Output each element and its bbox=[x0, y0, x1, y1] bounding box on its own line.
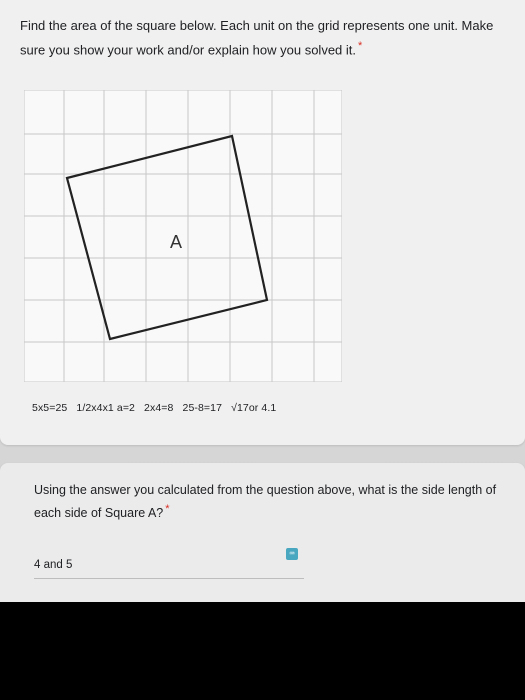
question-card-2: Using the answer you calculated from the… bbox=[0, 463, 525, 613]
answer-input[interactable] bbox=[34, 557, 304, 579]
question-2-text: Using the answer you calculated from the… bbox=[34, 483, 497, 521]
question-2-title: Using the answer you calculated from the… bbox=[34, 481, 514, 523]
bottom-dark-area bbox=[0, 602, 525, 700]
grid-svg: A bbox=[24, 90, 342, 382]
grid-figure: A bbox=[24, 90, 342, 382]
answer-value: 4 and 5 bbox=[34, 559, 73, 571]
grid-lines bbox=[24, 90, 342, 382]
square-a-label: A bbox=[170, 232, 182, 252]
square-a bbox=[65, 134, 269, 341]
question-card-1: Find the area of the square below. Each … bbox=[0, 0, 525, 445]
question-1-title: Find the area of the square below. Each … bbox=[20, 16, 510, 60]
student-work-text: 5x5=25 1/2x4x1 a=2 2x4=8 25-8=17 √17or 4… bbox=[32, 402, 277, 414]
form-page: Find the area of the square below. Each … bbox=[0, 0, 525, 700]
required-asterisk: * bbox=[165, 503, 170, 515]
required-asterisk: * bbox=[358, 40, 363, 52]
question-1-text: Find the area of the square below. Each … bbox=[20, 18, 494, 58]
